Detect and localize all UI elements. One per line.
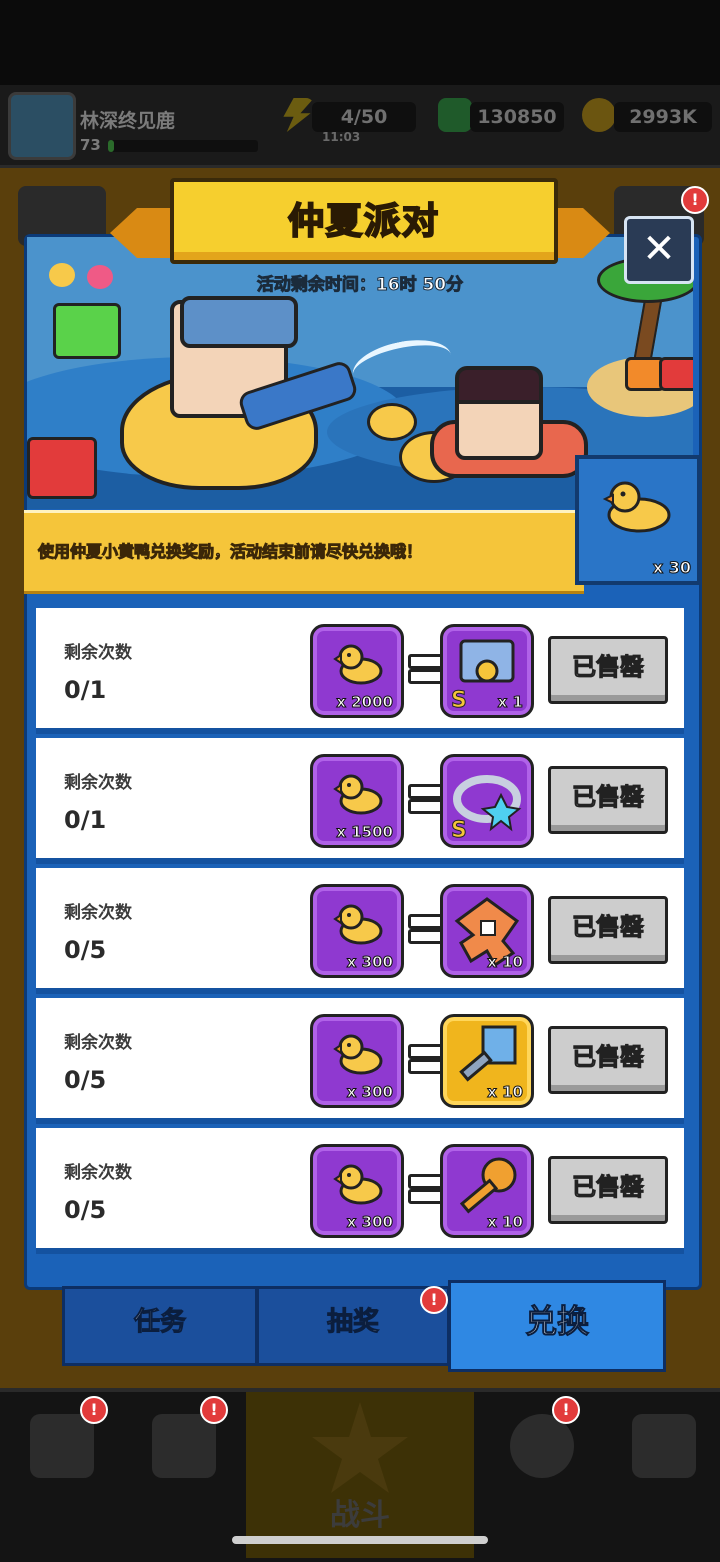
- svg-text:S: S: [451, 688, 467, 713]
- event-title: 仲夏派对: [287, 200, 440, 243]
- remaining-count: 0/5: [64, 1196, 107, 1224]
- reward-quantity: x 10: [487, 1083, 524, 1102]
- equals-icon: [408, 654, 444, 684]
- cost-tile: x 1500: [310, 754, 404, 848]
- cost-tile: x 300: [310, 884, 404, 978]
- shop-badge: !: [80, 1396, 108, 1424]
- equipment-badge: !: [200, 1396, 228, 1424]
- reward-row: 剩余次数 0/1 x 2000 Sx 1 已售罄: [36, 608, 684, 734]
- cost-tile: x 300: [310, 1014, 404, 1108]
- gift-icon: [27, 437, 97, 499]
- events-badge: !: [552, 1396, 580, 1424]
- reward-row: 剩余次数 0/1 x 1500 S 已售罄: [36, 738, 684, 864]
- coin-counter[interactable]: 2993K: [614, 102, 712, 132]
- reward-tile: x 10: [440, 1144, 534, 1238]
- nav-evolution[interactable]: [612, 1400, 712, 1500]
- energy-counter[interactable]: 4/50: [312, 102, 416, 132]
- cost-quantity: x 300: [346, 953, 393, 972]
- gem-icon: [438, 98, 472, 132]
- event-title-banner: 仲夏派对: [110, 178, 610, 278]
- lottery-badge: !: [420, 1286, 448, 1314]
- equals-icon: [408, 1174, 444, 1204]
- cost-quantity: x 1500: [336, 823, 394, 842]
- equals-icon: [408, 784, 444, 814]
- reward-tile: x 10: [440, 1014, 534, 1108]
- star-icon: [312, 1402, 408, 1493]
- cost-quantity: x 300: [346, 1083, 393, 1102]
- sold-out-button[interactable]: 已售罄: [548, 896, 668, 964]
- reward-row: 剩余次数 0/5 x 300 x 10 已售罄: [36, 998, 684, 1124]
- remaining-label: 剩余次数: [64, 643, 132, 663]
- cost-tile: x 300: [310, 1144, 404, 1238]
- reward-tile: S: [440, 754, 534, 848]
- remaining-label: 剩余次数: [64, 1163, 132, 1183]
- equals-icon: [408, 1044, 444, 1074]
- rubber-duck-icon: [333, 774, 383, 815]
- reward-quantity: x 10: [487, 953, 524, 972]
- remaining-count: 0/5: [64, 936, 107, 964]
- rubber-duck-icon: [333, 1164, 383, 1205]
- close-button[interactable]: ✕: [624, 216, 694, 284]
- sold-out-button[interactable]: 已售罄: [548, 636, 668, 704]
- xp-fill: [108, 140, 114, 152]
- gem-counter[interactable]: 130850: [470, 102, 564, 132]
- rubber-duck-icon: [333, 644, 383, 685]
- rubber-duck-icon: [333, 904, 383, 945]
- nav-battle[interactable]: 战斗: [246, 1392, 474, 1558]
- hair: [455, 366, 543, 404]
- energy-timer: 11:03: [322, 130, 361, 144]
- remaining-label: 剩余次数: [64, 1033, 132, 1053]
- duck-currency-box: x 30: [575, 455, 701, 585]
- battle-label: 战斗: [330, 1498, 390, 1533]
- cost-quantity: x 2000: [336, 693, 394, 712]
- cost-tile: x 2000: [310, 624, 404, 718]
- reward-quantity: x 1: [497, 693, 523, 712]
- remaining-count: 0/1: [64, 806, 107, 834]
- s-ring-icon: S: [451, 775, 522, 844]
- svg-text:S: S: [451, 818, 467, 843]
- duck-count: x 30: [652, 558, 691, 578]
- xp-bar: [108, 140, 258, 152]
- gift-icon: [659, 357, 693, 391]
- reward-tile: x 10: [440, 884, 534, 978]
- home-indicator: [232, 1536, 488, 1544]
- sold-out-button[interactable]: 已售罄: [548, 1026, 668, 1094]
- tab-tasks[interactable]: 任务: [62, 1286, 258, 1366]
- remaining-count: 0/5: [64, 1066, 107, 1094]
- sold-out-button[interactable]: 已售罄: [548, 1156, 668, 1224]
- player-level: 73: [80, 136, 101, 154]
- equals-icon: [408, 914, 444, 944]
- small-duck: [367, 403, 417, 441]
- tab-exchange[interactable]: 兑换: [448, 1280, 666, 1372]
- remaining-label: 剩余次数: [64, 903, 132, 923]
- reward-row: 剩余次数 0/5 x 300 x 10 已售罄: [36, 868, 684, 994]
- coin-icon: [582, 98, 616, 132]
- dna-icon: [632, 1414, 696, 1478]
- status-area: [0, 0, 720, 85]
- sold-out-button[interactable]: 已售罄: [548, 766, 668, 834]
- close-icon: ✕: [642, 226, 676, 272]
- reward-row: 剩余次数 0/5 x 300 x 10 已售罄: [36, 1128, 684, 1254]
- gift-icon: [53, 303, 121, 359]
- notification-badge: !: [681, 186, 709, 214]
- rubber-duck-icon: [333, 1034, 383, 1075]
- shop-icon: [30, 1414, 94, 1478]
- reward-quantity: x 10: [487, 1213, 524, 1232]
- cost-quantity: x 300: [346, 1213, 393, 1232]
- remaining-label: 剩余次数: [64, 773, 132, 793]
- reward-tile: Sx 1: [440, 624, 534, 718]
- goggles: [180, 296, 298, 348]
- rubber-duck-icon: [602, 481, 671, 533]
- player-avatar[interactable]: [8, 92, 76, 160]
- event-description: 使用仲夏小黄鸭兑换奖励，活动结束前请尽快兑换哦！: [37, 542, 423, 562]
- remaining-count: 0/1: [64, 676, 107, 704]
- player-name: 林深终见鹿: [80, 110, 176, 132]
- shield-icon: [152, 1414, 216, 1478]
